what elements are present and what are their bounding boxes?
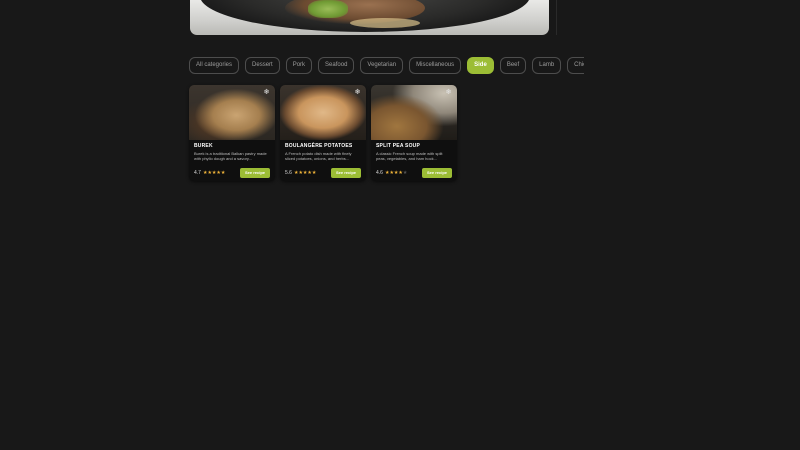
category-pill-lamb[interactable]: Lamb xyxy=(532,57,562,74)
rating-value: 4.7 xyxy=(194,170,201,176)
rating-value: 4.6 xyxy=(376,170,383,176)
see-recipe-button[interactable]: See recipe xyxy=(239,168,270,178)
snowflake-icon[interactable]: ❄ xyxy=(354,89,361,96)
category-pill-vegetarian[interactable]: Vegetarian xyxy=(360,57,404,74)
category-pill-pork[interactable]: Pork xyxy=(285,57,313,74)
category-pill-seafood[interactable]: Seafood xyxy=(318,57,355,74)
recipe-image: ❄ xyxy=(371,85,457,140)
rating-stars: ★ ★ ★ ★ ★ xyxy=(385,169,408,176)
rating-value: 5.6 xyxy=(285,170,292,176)
page: All categories Dessert Pork Seafood Vege… xyxy=(0,0,800,450)
recipe-title: BUREK xyxy=(194,143,213,149)
recipe-rating: 4.6 ★ ★ ★ ★ ★ xyxy=(376,170,407,176)
greens-shape xyxy=(308,0,348,18)
recipe-card-list: ❄ BUREK Burek is a traditional Balkan pa… xyxy=(189,85,457,181)
recipe-card[interactable]: ❄ SPLIT PEA SOUP A classic French soup m… xyxy=(371,85,457,181)
category-pill-side[interactable]: Side xyxy=(467,57,494,74)
star-icon: ★ xyxy=(311,169,317,176)
star-icon: ★ xyxy=(220,169,226,176)
see-recipe-button[interactable]: See recipe xyxy=(330,168,361,178)
category-pill-beef[interactable]: Beef xyxy=(499,57,527,74)
rating-stars: ★ ★ ★ ★ ★ xyxy=(294,169,317,176)
recipe-description: A classic French soup made with split pe… xyxy=(376,151,443,161)
recipe-image: ❄ xyxy=(280,85,366,140)
hero-banner-image xyxy=(190,0,549,35)
recipe-title: SPLIT PEA SOUP xyxy=(376,143,421,149)
category-pill-dessert[interactable]: Dessert xyxy=(245,57,280,74)
recipe-card[interactable]: ❄ BUREK Burek is a traditional Balkan pa… xyxy=(189,85,275,181)
recipe-description: Burek is a traditional Balkan pastry mad… xyxy=(194,151,267,161)
see-recipe-button[interactable]: See recipe xyxy=(421,168,452,178)
category-pill-chicken[interactable]: Chicken xyxy=(567,57,584,74)
recipe-image: ❄ xyxy=(189,85,275,140)
recipe-rating: 5.6 ★ ★ ★ ★ ★ xyxy=(285,170,316,176)
recipe-title: BOULANGÈRE POTATOES xyxy=(285,143,353,149)
hero-edge xyxy=(556,0,586,35)
sauce-shape xyxy=(350,18,420,28)
recipe-description: A French potato dish made with finely sl… xyxy=(285,151,352,161)
snowflake-icon[interactable]: ❄ xyxy=(263,89,270,96)
category-pill-miscellaneous[interactable]: Miscellaneous xyxy=(409,57,462,74)
rating-stars: ★ ★ ★ ★ ★ xyxy=(203,169,226,176)
recipe-card[interactable]: ❄ BOULANGÈRE POTATOES A French potato di… xyxy=(280,85,366,181)
snowflake-icon[interactable]: ❄ xyxy=(445,89,452,96)
category-pill-all[interactable]: All categories xyxy=(189,57,240,74)
category-filter-bar: All categories Dessert Pork Seafood Vege… xyxy=(189,57,584,74)
recipe-rating: 4.7 ★ ★ ★ ★ ★ xyxy=(194,170,225,176)
star-icon: ★ xyxy=(402,169,408,176)
